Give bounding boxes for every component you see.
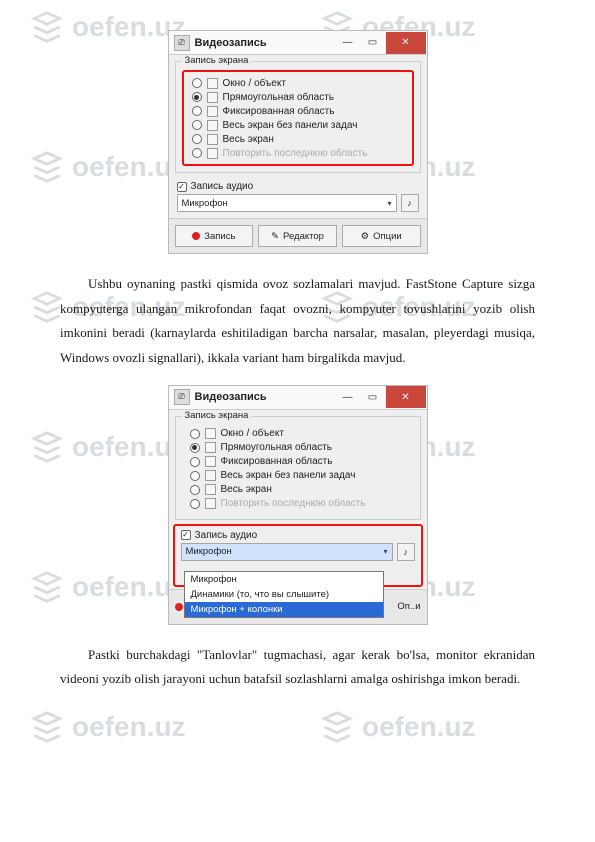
screen-icon	[205, 470, 216, 481]
rect-icon	[207, 92, 218, 103]
titlebar: ⎚ Видеозапись — ▭ ✕	[169, 31, 427, 55]
audio-checkbox-row[interactable]: Запись аудио	[169, 177, 427, 194]
page-content: ⎚ Видеозапись — ▭ ✕ Запись экрана Окно /…	[0, 0, 595, 736]
group-label: Запись экрана	[182, 410, 252, 421]
dialog-1: ⎚ Видеозапись — ▭ ✕ Запись экрана Окно /…	[168, 30, 428, 254]
screen-record-group: Запись экрана Окно / объект Прямоугольна…	[175, 61, 421, 173]
record-icon	[192, 232, 200, 240]
radio-option-rect[interactable]: Прямоугольная область	[190, 441, 406, 455]
audio-settings-button[interactable]: ♪	[397, 543, 415, 561]
editor-icon: ✎	[271, 231, 279, 242]
radio-icon	[192, 134, 202, 144]
fixed-icon	[207, 106, 218, 117]
editor-button[interactable]: ✎Редактор	[258, 225, 337, 247]
repeat-icon	[207, 148, 218, 159]
radio-option-repeat: Повторить последнюю область	[190, 497, 406, 511]
audio-dropdown[interactable]: Микрофон Динамики (то, что вы слышите) М…	[184, 571, 384, 618]
close-button[interactable]: ✕	[386, 386, 426, 408]
group-label: Запись экрана	[182, 55, 252, 66]
app-icon: ⎚	[174, 35, 190, 51]
dropdown-item[interactable]: Микрофон	[185, 572, 383, 587]
audio-source-select[interactable]: Микрофон ▾	[177, 194, 397, 212]
highlight-box: Окно / объект Прямоугольная область Фикс…	[182, 70, 414, 166]
radio-icon	[192, 92, 202, 102]
chevron-down-icon: ▾	[387, 199, 391, 208]
dropdown-item-selected[interactable]: Микрофон + колонки	[185, 602, 383, 617]
audio-label: Запись аудио	[195, 530, 258, 541]
audio-checkbox-row[interactable]: Запись аудио	[177, 528, 419, 543]
radio-icon	[190, 429, 200, 439]
window-icon	[205, 428, 216, 439]
maximize-button[interactable]: ▭	[361, 388, 385, 406]
radio-option-fullscreen[interactable]: Весь экран	[190, 483, 406, 497]
titlebar: ⎚ Видеозапись — ▭ ✕	[169, 386, 427, 410]
paragraph-1: Ushbu oynaning pastki qismida ovoz sozla…	[60, 272, 535, 371]
checkbox-icon	[181, 530, 191, 540]
paragraph-2: Pastki burchakdagi "Tanlovlar" tugmachas…	[60, 643, 535, 692]
radio-option-fullscreen-notask[interactable]: Весь экран без панели задач	[190, 469, 406, 483]
radio-icon	[190, 499, 200, 509]
minimize-button[interactable]: —	[336, 388, 360, 406]
radio-icon	[192, 106, 202, 116]
repeat-icon	[205, 498, 216, 509]
radio-icon	[190, 471, 200, 481]
radio-icon	[190, 443, 200, 453]
radio-icon	[190, 457, 200, 467]
radio-icon	[192, 78, 202, 88]
app-icon: ⎚	[174, 389, 190, 405]
radio-option-rect[interactable]: Прямоугольная область	[192, 90, 404, 104]
radio-icon	[190, 485, 200, 495]
audio-source-select[interactable]: Микрофон ▾	[181, 543, 393, 561]
radio-option-fullscreen[interactable]: Весь экран	[192, 132, 404, 146]
gear-icon: ⚙	[361, 231, 370, 242]
window-icon	[207, 78, 218, 89]
fullscreen-icon	[205, 484, 216, 495]
radio-icon	[192, 120, 202, 130]
fullscreen-icon	[207, 134, 218, 145]
radio-option-repeat: Повторить последнюю область	[192, 146, 404, 160]
audio-select-row: Микрофон ▾ ♪	[169, 194, 427, 218]
chevron-down-icon: ▾	[383, 547, 387, 556]
radio-icon	[192, 148, 202, 158]
window-title: Видеозапись	[195, 391, 336, 403]
options-button[interactable]: Оп..и	[381, 596, 421, 618]
radio-option-fixed[interactable]: Фиксированная область	[192, 104, 404, 118]
screen-record-group: Запись экрана Окно / объект Прямоугольна…	[175, 416, 421, 520]
dialog-2: ⎚ Видеозапись — ▭ ✕ Запись экрана Окно /…	[168, 385, 428, 625]
rect-icon	[205, 442, 216, 453]
close-button[interactable]: ✕	[386, 32, 426, 54]
button-bar: Запись ✎Редактор ⚙Опции	[169, 218, 427, 253]
options-button[interactable]: ⚙Опции	[342, 225, 421, 247]
audio-label: Запись аудио	[191, 181, 254, 192]
minimize-button[interactable]: —	[336, 34, 360, 52]
screen-icon	[207, 120, 218, 131]
fixed-icon	[205, 456, 216, 467]
radio-option-window[interactable]: Окно / объект	[190, 427, 406, 441]
record-button[interactable]: Запись	[175, 225, 254, 247]
window-title: Видеозапись	[195, 37, 336, 49]
audio-select-row: Микрофон ▾ ♪	[177, 543, 419, 563]
dropdown-item[interactable]: Динамики (то, что вы слышите)	[185, 587, 383, 602]
checkbox-icon	[177, 182, 187, 192]
audio-settings-button[interactable]: ♪	[401, 194, 419, 212]
maximize-button[interactable]: ▭	[361, 34, 385, 52]
radio-option-window[interactable]: Окно / объект	[192, 76, 404, 90]
figure-1: ⎚ Видеозапись — ▭ ✕ Запись экрана Окно /…	[60, 30, 535, 254]
radio-option-fullscreen-notask[interactable]: Весь экран без панели задач	[192, 118, 404, 132]
record-icon	[175, 603, 183, 611]
radio-option-fixed[interactable]: Фиксированная область	[190, 455, 406, 469]
figure-2: ⎚ Видеозапись — ▭ ✕ Запись экрана Окно /…	[60, 385, 535, 625]
